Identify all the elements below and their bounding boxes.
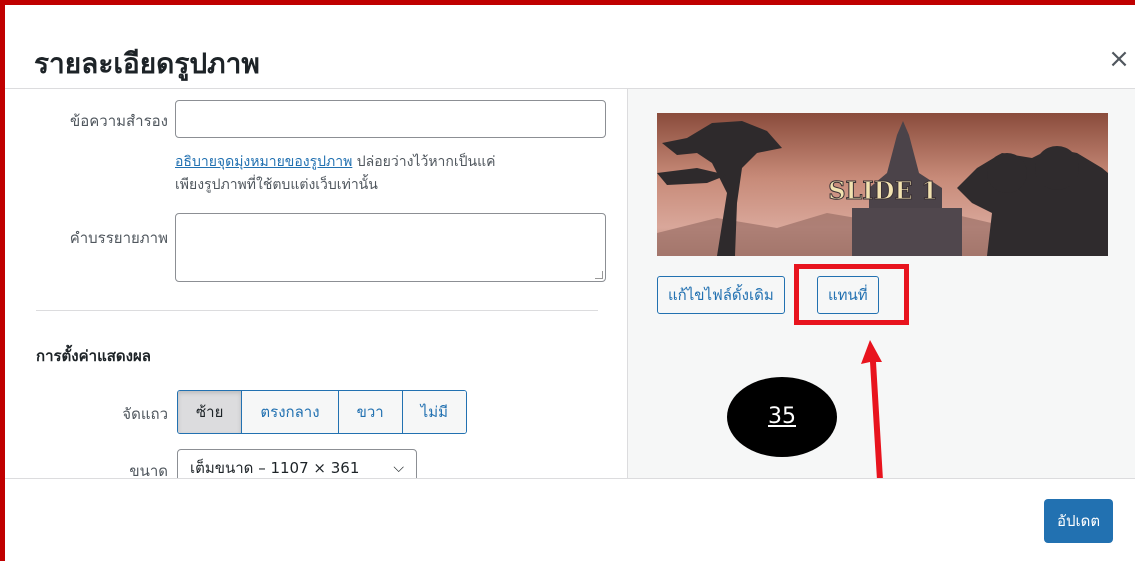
align-left-button[interactable]: ซ้าย [178,391,242,433]
display-settings-title: การตั้งค่าแสดงผล [36,347,151,365]
chevron-down-icon: ⌵ [393,460,404,476]
step-badge: 35 [727,377,837,457]
alt-text-label: ข้อความสำรอง [70,112,168,130]
update-button[interactable]: อัปเดต [1044,499,1114,543]
slide-title-text: SLIDE 1 [828,176,938,205]
slide-image: SLIDE 1 [657,113,1108,256]
attachment-preview-pane: SLIDE 1 แก้ไขไฟล์ดั้งเดิม แทนที่ 35 [627,89,1135,480]
align-right-button[interactable]: ขวา [337,391,402,433]
resize-handle-icon[interactable] [595,271,603,279]
arrow-up-icon [861,340,883,480]
caption-textarea[interactable] [175,213,606,282]
close-icon[interactable]: × [1103,41,1135,77]
align-button-group: ซ้าย ตรงกลาง ขวา ไม่มี [177,390,467,434]
size-select[interactable]: เต็มขนาด – 1107 × 361 ⌵ [177,449,417,478]
attachment-settings: ข้อความสำรอง อธิบายจุดมุ่งหมายของรูปภาพ … [5,89,627,478]
edit-original-button[interactable]: แก้ไขไฟล์ดั้งเดิม [657,276,785,314]
align-center-button[interactable]: ตรงกลาง [241,391,338,433]
caption-label: คำบรรยายภาพ [69,229,168,247]
size-label: ขนาด [129,462,168,478]
alt-text-help-text-2: เพียงรูปภาพที่ใช้ตบแต่งเว็บเท่านั้น [175,177,378,193]
align-label: จัดแถว [122,405,168,423]
highlight-box [794,264,909,325]
dialog-header: รายละเอียดรูปภาพ × [5,5,1135,89]
alt-text-input[interactable] [175,100,606,138]
alt-text-help-text-1: ปล่อยว่างไว้หากเป็นแค่ [352,154,496,170]
image-preview: SLIDE 1 [657,113,1108,256]
dialog-title: รายละเอียดรูปภาพ [34,47,260,80]
size-select-value: เต็มขนาด – 1107 × 361 [190,459,360,477]
divider [36,310,598,311]
alt-text-help-link[interactable]: อธิบายจุดมุ่งหมายของรูปภาพ [175,154,352,170]
align-none-button[interactable]: ไม่มี [401,391,466,433]
alt-text-help: อธิบายจุดมุ่งหมายของรูปภาพ ปล่อยว่างไว้ห… [175,151,615,197]
dialog-footer: อัปเดต [5,478,1135,562]
